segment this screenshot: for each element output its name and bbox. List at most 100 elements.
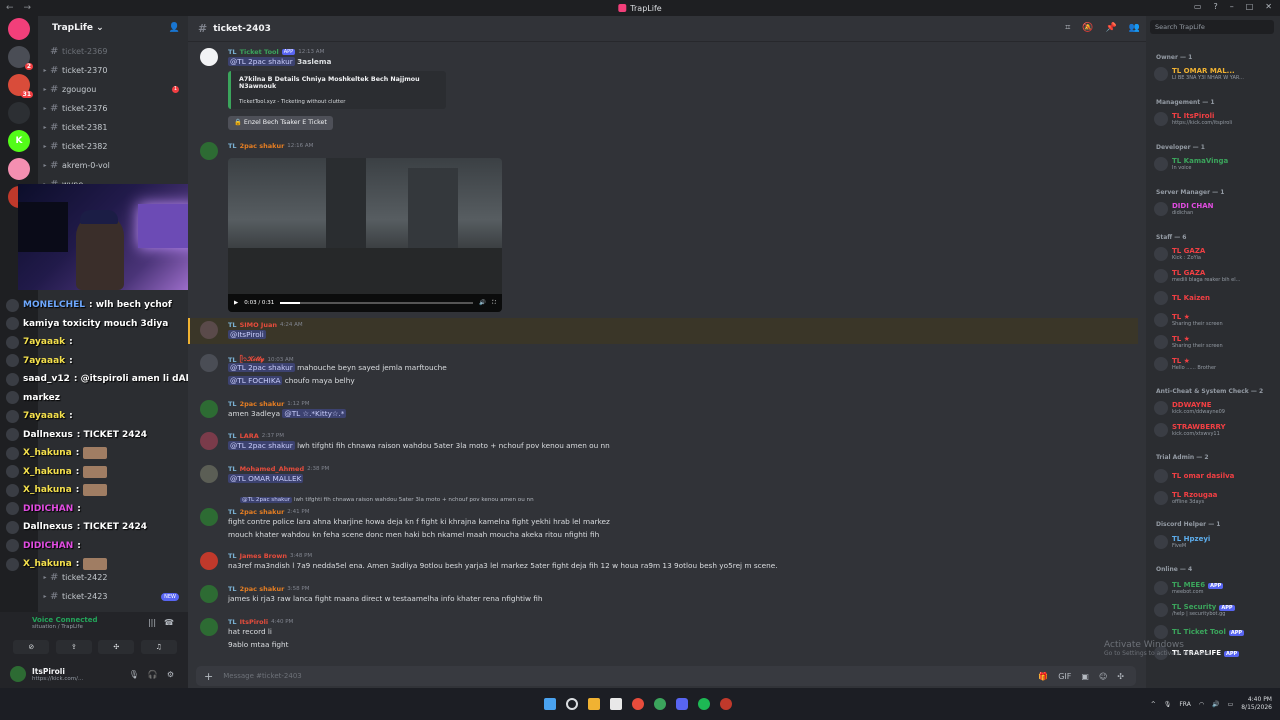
fullscreen-icon[interactable]: ⛶ xyxy=(492,300,496,307)
member-item[interactable]: TL ★ Hello ...... Brother xyxy=(1154,354,1276,374)
soundboard-button[interactable]: ♫ xyxy=(140,640,177,654)
user-mention[interactable]: @ItsPiroli xyxy=(228,330,266,339)
forward-arrow-icon[interactable]: → xyxy=(24,3,32,13)
video-attachment[interactable]: ▶ 0:03 / 0:31 🔊 ⛶ xyxy=(228,158,502,312)
member-list-icon[interactable]: 👥 xyxy=(1129,23,1140,33)
volume-icon[interactable]: 🔊 xyxy=(1212,701,1219,708)
store-icon[interactable] xyxy=(610,698,622,710)
avatar[interactable] xyxy=(200,552,218,570)
browser-icon[interactable] xyxy=(654,698,666,710)
camera-button[interactable]: ⊘ xyxy=(13,640,50,654)
minimize-icon[interactable]: – xyxy=(1230,2,1234,11)
member-item[interactable]: TL ★ Sharing their screen xyxy=(1154,310,1276,330)
help-icon[interactable]: ? xyxy=(1213,2,1217,11)
member-item[interactable]: TL Rzougaa offline 3days xyxy=(1154,488,1276,508)
user-mention[interactable]: @TL OMAR MALLEK xyxy=(228,474,304,483)
reply-preview[interactable]: lwh tifghti fih chnawa raison wahdou 5at… xyxy=(294,497,534,503)
start-icon[interactable] xyxy=(544,698,556,710)
search-icon[interactable] xyxy=(566,698,578,710)
member-item[interactable]: TL GAZA Kick : ZoYia xyxy=(1154,244,1276,264)
chevron-up-icon[interactable]: ^ xyxy=(1151,701,1156,708)
server-icon[interactable] xyxy=(8,18,30,40)
avatar[interactable] xyxy=(200,354,218,372)
server-icon[interactable]: K xyxy=(8,130,30,152)
signal-icon[interactable]: ||| xyxy=(148,618,156,627)
close-icon[interactable]: ✕ xyxy=(1265,2,1272,11)
channel-ticket-2423[interactable]: ▸ # ticket-2423 NEW xyxy=(38,587,188,606)
inbox-icon[interactable]: ▭ xyxy=(1194,2,1202,11)
avatar[interactable] xyxy=(200,508,218,526)
user-mention[interactable]: @TL 2pac shakur xyxy=(228,57,295,66)
add-attachment-icon[interactable]: + xyxy=(204,670,213,683)
emoji-icon[interactable]: ☺ xyxy=(1099,672,1107,681)
user-mention[interactable]: @TL FOCHIKA xyxy=(228,376,283,385)
game-icon[interactable] xyxy=(720,698,732,710)
maximize-icon[interactable]: □ xyxy=(1246,2,1254,11)
reply-mention[interactable]: @TL 2pac shakur xyxy=(240,497,293,503)
member-item[interactable]: TL Security APP/help | securitybot.gg xyxy=(1154,600,1276,620)
user-mention[interactable]: @TL 2pac shakur xyxy=(228,363,295,372)
avatar[interactable] xyxy=(200,618,218,636)
settings-icon[interactable]: ⚙ xyxy=(167,670,174,679)
member-item[interactable]: TL Kaizen xyxy=(1154,288,1276,308)
avatar[interactable] xyxy=(200,465,218,483)
avatar[interactable] xyxy=(200,142,218,160)
channel-ticket-2370[interactable]: ▸ # ticket-2370 xyxy=(38,61,188,80)
video-progress[interactable] xyxy=(280,302,474,304)
gif-icon[interactable]: GIF xyxy=(1058,672,1071,681)
apps-icon[interactable]: ✣ xyxy=(1117,672,1124,681)
member-item[interactable]: TL ItsPiroli https://kick.com/itspiroli xyxy=(1154,109,1276,129)
gift-icon[interactable]: 🎁 xyxy=(1038,672,1048,681)
server-header[interactable]: TrapLife ⌄ 👤 xyxy=(38,16,188,40)
member-item[interactable]: TL GAZA medili blaga reaker bih el... xyxy=(1154,266,1276,286)
disconnect-icon[interactable]: ☎ xyxy=(164,618,174,627)
threads-icon[interactable]: ⌗ xyxy=(1065,23,1070,33)
search-input[interactable]: Search TrapLife xyxy=(1150,20,1274,34)
member-item[interactable]: TL MEE6 APP meebot.com xyxy=(1154,578,1276,598)
chrome-icon[interactable] xyxy=(632,698,644,710)
member-item[interactable]: TL Hpzeyi FiveM xyxy=(1154,532,1276,552)
channel-zgougou[interactable]: ▸ # zgougou 1 xyxy=(38,80,188,99)
notification-icon[interactable]: 🔕 xyxy=(1082,23,1093,33)
wifi-icon[interactable]: ◠ xyxy=(1199,701,1204,708)
language-indicator[interactable]: FRA xyxy=(1179,701,1190,708)
play-icon[interactable]: ▶ xyxy=(234,300,238,306)
back-arrow-icon[interactable]: ← xyxy=(6,3,14,13)
channel-ticket-2381[interactable]: ▸ # ticket-2381 xyxy=(38,118,188,137)
channel-akrem-0-vol[interactable]: ▸ # akrem-0-vol xyxy=(38,156,188,175)
folder-icon[interactable] xyxy=(588,698,600,710)
member-item[interactable]: STRAWBERRY kick.com/xtswvy11 xyxy=(1154,420,1276,440)
member-item[interactable]: DIDI CHAN didichan xyxy=(1154,199,1276,219)
clock[interactable]: 4:40 PM 8/15/2026 xyxy=(1241,696,1272,712)
member-item[interactable]: TL Ticket Tool APP xyxy=(1154,622,1276,642)
channel-ticket-2376[interactable]: ▸ # ticket-2376 xyxy=(38,99,188,118)
screen-share-button[interactable]: ⇪ xyxy=(55,640,92,654)
channel-ticket-2382[interactable]: ▸ # ticket-2382 xyxy=(38,137,188,156)
member-item[interactable]: TL ★ Sharing their screen xyxy=(1154,332,1276,352)
activity-button[interactable]: ✣ xyxy=(98,640,135,654)
member-item[interactable]: TL OMAR MAL... LI BE 3NA Y3I NHAR W YAR..… xyxy=(1154,64,1276,84)
member-item[interactable]: DDWAYNE kick.com/ddwayne09 xyxy=(1154,398,1276,418)
channel-ticket-2369[interactable]: # ticket-2369 xyxy=(38,42,188,61)
microphone-icon[interactable]: 🎙 xyxy=(129,670,139,679)
volume-icon[interactable]: 🔊 xyxy=(479,300,486,306)
add-user-icon[interactable]: 👤 xyxy=(169,23,180,33)
message-input[interactable]: + Message #ticket-2403 🎁 GIF ▣ ☺ ✣ xyxy=(196,666,1136,686)
microphone-icon[interactable]: 🎙 xyxy=(1164,701,1172,708)
battery-icon[interactable]: ▭ xyxy=(1228,701,1234,708)
server-icon[interactable]: 31 xyxy=(8,74,33,98)
server-icon[interactable] xyxy=(8,158,30,180)
server-icon[interactable] xyxy=(8,102,30,124)
user-mention[interactable]: @TL 2pac shakur xyxy=(228,441,295,450)
spotify-icon[interactable] xyxy=(698,698,710,710)
pin-icon[interactable]: 📌 xyxy=(1106,23,1117,33)
avatar[interactable] xyxy=(200,585,218,603)
message-author[interactable]: 2pac shakur xyxy=(240,142,285,150)
avatar[interactable] xyxy=(10,666,26,682)
headphones-icon[interactable]: 🎧 xyxy=(148,670,158,679)
member-item[interactable]: TL KamaVinga In voice xyxy=(1154,154,1276,174)
avatar[interactable] xyxy=(200,48,218,66)
discord-icon[interactable] xyxy=(676,698,688,710)
user-mention[interactable]: @TL ☆.*Kitty☆.* xyxy=(282,409,347,418)
avatar[interactable] xyxy=(200,400,218,418)
